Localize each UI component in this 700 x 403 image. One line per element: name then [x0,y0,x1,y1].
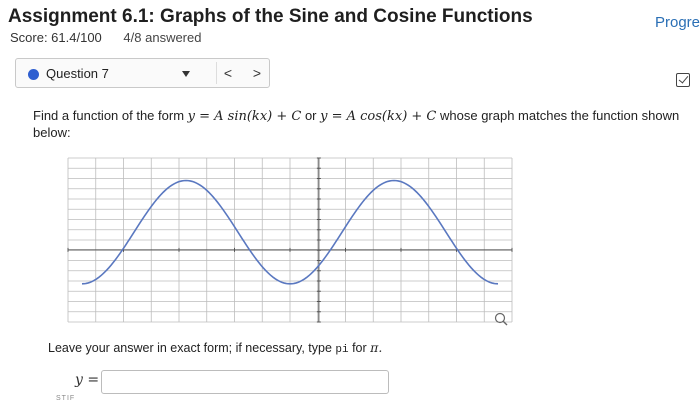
answer-label: y = [75,372,100,388]
score-line: Score: 61.4/100 4/8 answered [10,30,201,45]
next-question-button[interactable]: > [246,62,268,84]
answer-input[interactable] [101,370,389,394]
prompt-form-2: y = A cos(kx) + C [320,109,437,124]
question-status-dot-icon [28,69,39,80]
instructions-code: pi [335,344,349,356]
answered-count: 4/8 answered [123,30,202,45]
answer-instructions: Leave your answer in exact form; if nece… [48,340,382,356]
previous-question-button[interactable]: < [216,62,239,84]
prompt-form-1: y = A sin(kx) + C [187,109,302,124]
footer-text: STIF [56,395,76,402]
question-selector[interactable]: Question 7 < > [15,58,270,88]
instructions-text: Leave your answer in exact form; if nece… [48,341,336,355]
score-text: Score: 61.4/100 [10,30,102,45]
question-label: Question 7 [46,66,109,81]
page-title: Assignment 6.1: Graphs of the Sine and C… [8,6,533,27]
instructions-text-2: for [348,341,371,355]
prompt-or: or [301,108,321,123]
progress-link[interactable]: Progres [655,14,700,31]
prompt-text-1: Find a function of the form [33,108,188,123]
instructions-pi: π. [370,340,383,355]
question-prompt: Find a function of the form y = A sin(kx… [33,108,693,141]
checkbox-icon[interactable] [676,73,690,87]
dropdown-caret-icon[interactable] [182,71,190,77]
function-graph [60,150,520,330]
